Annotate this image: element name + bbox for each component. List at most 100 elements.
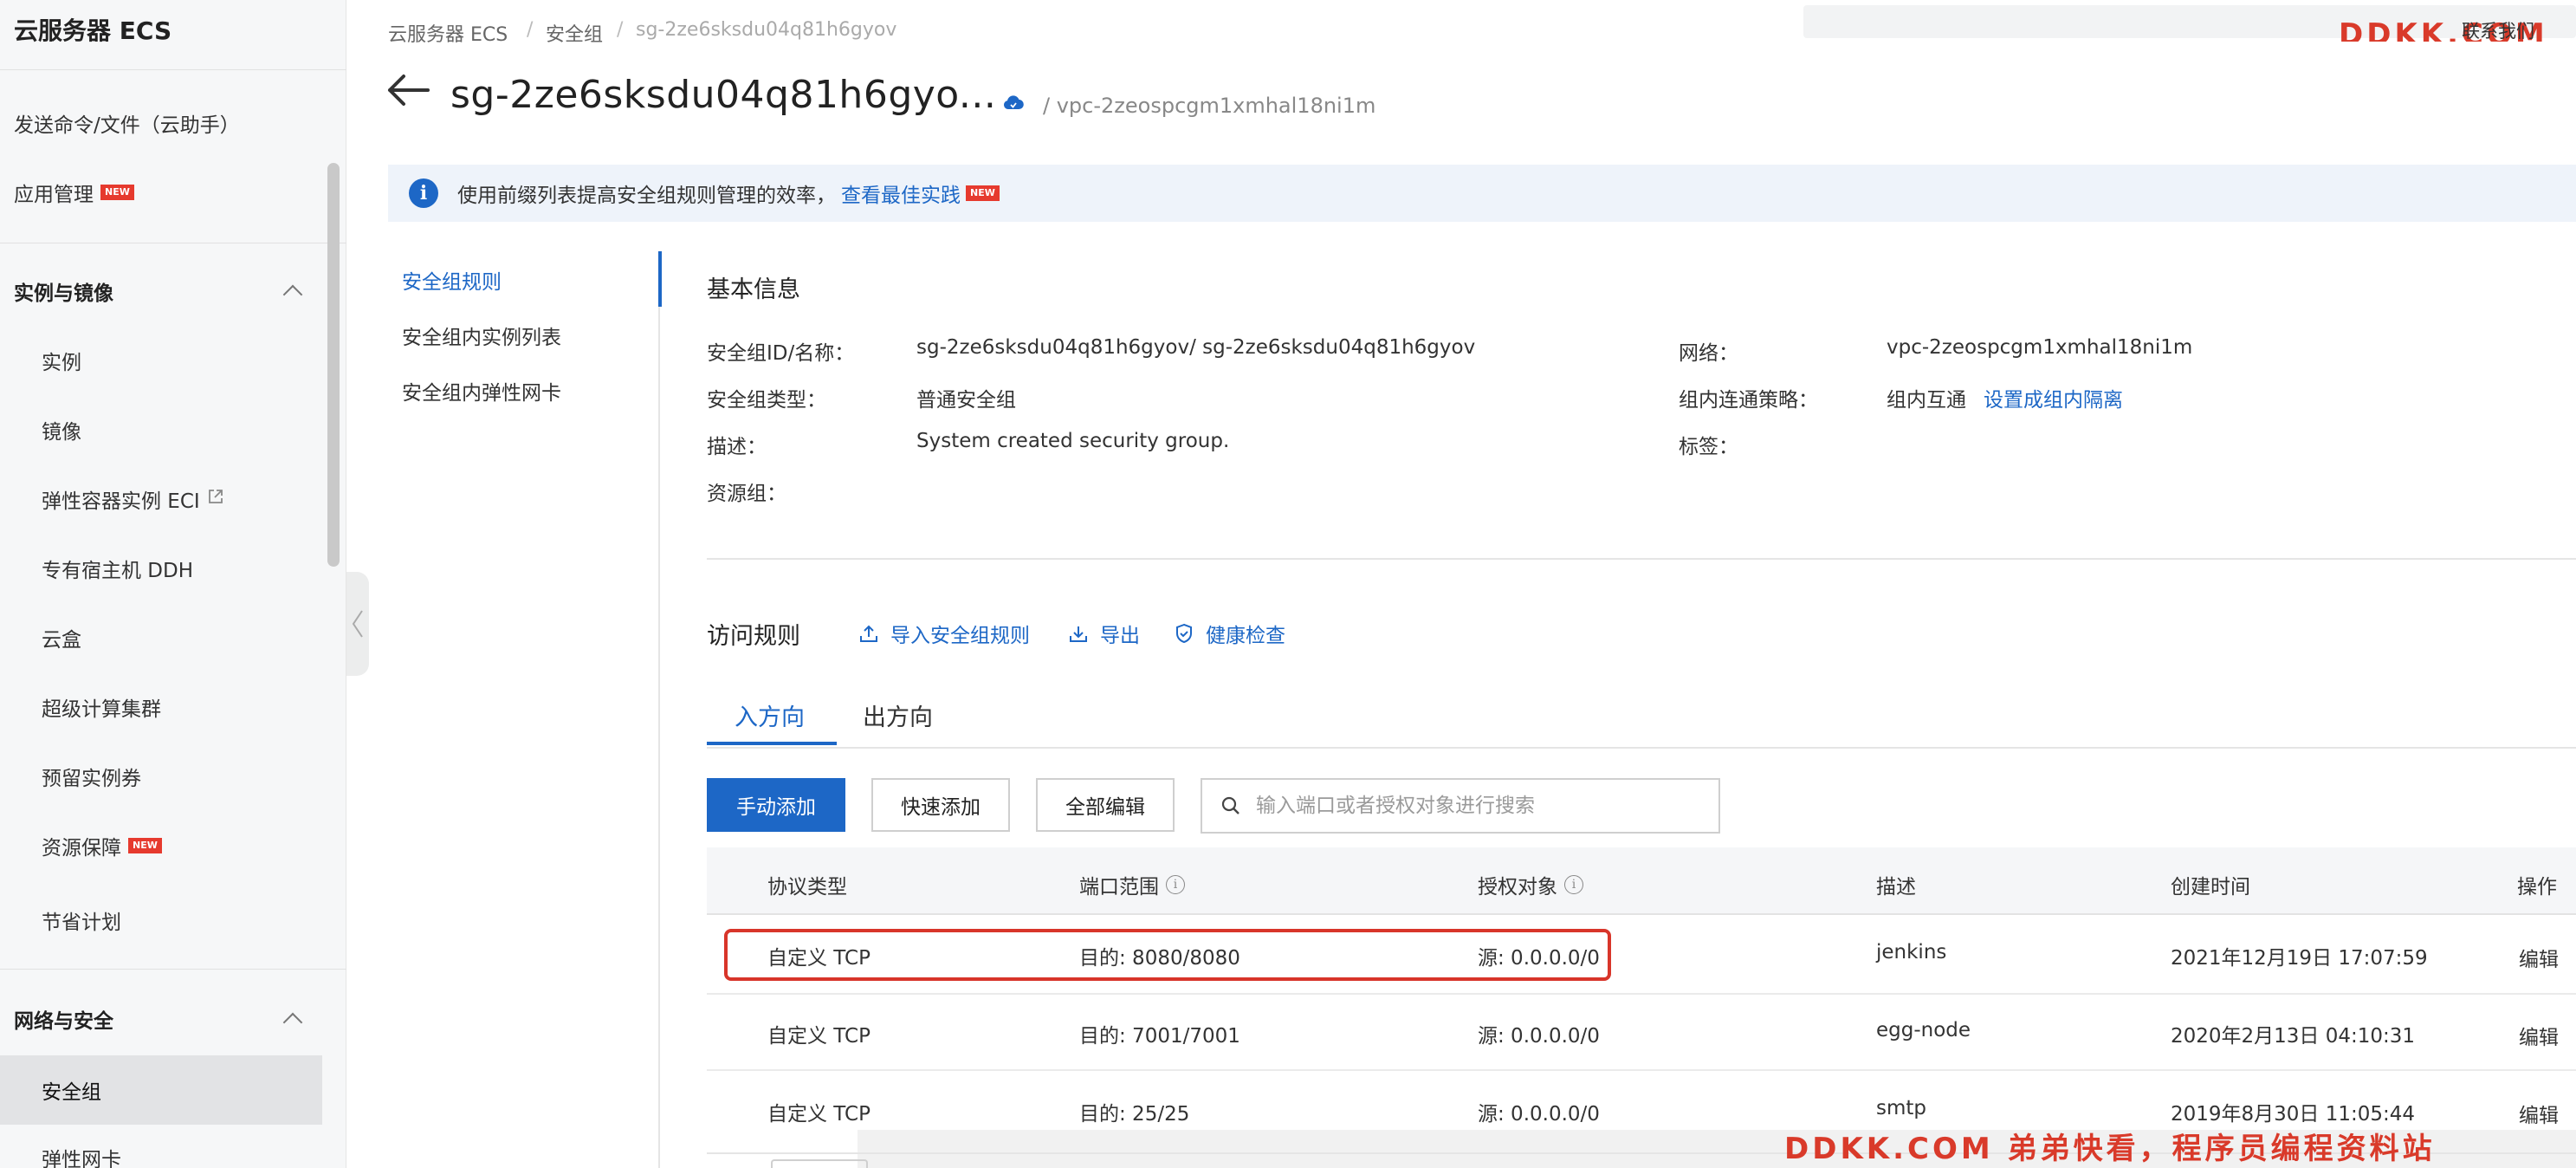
tab-active-indicator bbox=[707, 742, 837, 745]
edit-rule-link[interactable]: 编辑 bbox=[2519, 1021, 2559, 1050]
sidebar-item-label: 弹性容器实例 ECI bbox=[42, 490, 200, 513]
column-label: 协议类型 bbox=[767, 876, 847, 899]
column-header-port: 端口范围 i bbox=[1079, 870, 1185, 899]
sidebar-item-label: 超级计算集群 bbox=[42, 698, 161, 721]
question-circle-icon[interactable]: i bbox=[1564, 875, 1583, 894]
column-header-description: 描述 bbox=[1876, 870, 1916, 899]
cell-port: 目的: 7001/7001 bbox=[1079, 1025, 1240, 1048]
export-button[interactable]: 导出 bbox=[1069, 619, 1140, 648]
sidebar-item-run-command[interactable]: 发送命令/文件（云助手） bbox=[0, 97, 322, 149]
row-divider bbox=[707, 993, 2576, 995]
sidebar-group-label: 网络与安全 bbox=[14, 1010, 113, 1033]
sidebar-item-eci[interactable]: 弹性容器实例 ECI bbox=[0, 473, 322, 525]
cell-description: jenkins bbox=[1876, 941, 1947, 964]
field-value: vpc-2zeospcgm1xmhal18ni1m bbox=[1887, 336, 2193, 359]
info-icon: i bbox=[409, 178, 438, 208]
cell-created: 2020年2月13日 04:10:31 bbox=[2171, 1025, 2416, 1048]
sidebar-item-ddh[interactable]: 专有宿主机 DDH bbox=[0, 542, 322, 594]
sidebar-item-reserved-instance[interactable]: 预留实例券 bbox=[0, 750, 322, 802]
upload-icon bbox=[860, 625, 877, 642]
divider bbox=[707, 558, 2576, 560]
cell-source: 源: 0.0.0.0/0 bbox=[1478, 1025, 1600, 1048]
sidebar-item-image[interactable]: 镜像 bbox=[0, 404, 322, 456]
external-link-icon bbox=[207, 488, 224, 510]
breadcrumb-separator: / bbox=[527, 19, 534, 41]
rules-title: 访问规则 bbox=[707, 623, 800, 650]
column-header-protocol: 协议类型 bbox=[767, 870, 847, 899]
tab-inbound[interactable]: 入方向 bbox=[735, 698, 805, 732]
subnav-rules[interactable]: 安全组规则 bbox=[402, 265, 502, 295]
cell-source: 源: 0.0.0.0/0 bbox=[1478, 1103, 1600, 1126]
sidebar-item-cloud-box[interactable]: 云盒 bbox=[0, 612, 322, 664]
sidebar-scrollbar[interactable] bbox=[327, 163, 340, 567]
subnav-enis[interactable]: 安全组内弹性网卡 bbox=[402, 376, 561, 406]
page-title: sg-2ze6sksdu04q81h6gyo... bbox=[450, 73, 997, 117]
set-isolation-link[interactable]: 设置成组内隔离 bbox=[1984, 383, 2123, 412]
edit-rule-link[interactable]: 编辑 bbox=[2519, 943, 2559, 972]
contact-link[interactable]: 联系我们 bbox=[2462, 17, 2534, 43]
sidebar-item-resource-guarantee[interactable]: 资源保障 NEW bbox=[0, 820, 322, 872]
column-label: 创建时间 bbox=[2171, 876, 2250, 899]
table-header bbox=[707, 847, 2576, 915]
subnav-divider bbox=[658, 251, 660, 1168]
sidebar-item-label: 资源保障 bbox=[42, 837, 121, 860]
column-label: 描述 bbox=[1876, 876, 1916, 899]
field-value: 普通安全组 bbox=[916, 389, 1016, 412]
field-value: System created security group. bbox=[916, 430, 1230, 452]
field-label: 安全组类型： bbox=[707, 389, 826, 412]
field-label: 网络： bbox=[1679, 342, 1738, 365]
sidebar-item-label: 预留实例券 bbox=[42, 768, 141, 790]
sidebar-item-security-group[interactable]: 安全组 bbox=[0, 1055, 322, 1125]
field-label: 安全组ID/名称： bbox=[707, 342, 855, 365]
cell-protocol: 自定义 TCP bbox=[767, 1103, 871, 1126]
sidebar-collapse-button[interactable] bbox=[346, 572, 369, 676]
watermark-top: DDKK.COM bbox=[2339, 17, 2548, 42]
sidebar-item-label: 实例 bbox=[42, 352, 81, 374]
sidebar-item-label: 节省计划 bbox=[42, 912, 121, 934]
breadcrumb-security-group[interactable]: 安全组 bbox=[546, 19, 603, 47]
tool-label: 导入安全组规则 bbox=[890, 625, 1030, 647]
sidebar-item-label: 云盒 bbox=[42, 629, 81, 652]
column-header-action: 操作 bbox=[2517, 870, 2557, 899]
sidebar-item-scc[interactable]: 超级计算集群 bbox=[0, 681, 322, 733]
health-check-button[interactable]: 健康检查 bbox=[1175, 619, 1285, 648]
pagination-select[interactable] bbox=[771, 1159, 868, 1168]
tab-outbound[interactable]: 出方向 bbox=[863, 698, 933, 732]
subnav-active-indicator bbox=[658, 251, 662, 307]
rule-search-field[interactable] bbox=[1201, 778, 1720, 834]
back-arrow-icon[interactable] bbox=[386, 73, 431, 107]
field-label: 描述： bbox=[707, 436, 767, 458]
cell-created: 2021年12月19日 17:07:59 bbox=[2171, 947, 2428, 970]
search-icon bbox=[1221, 796, 1239, 814]
manual-add-button[interactable]: 手动添加 bbox=[707, 778, 845, 832]
import-rules-button[interactable]: 导入安全组规则 bbox=[859, 619, 1030, 648]
sidebar-item-label: 弹性网卡 bbox=[42, 1149, 121, 1168]
highlight-box bbox=[724, 929, 1611, 981]
chevron-up-icon bbox=[282, 1012, 303, 1033]
basic-info-title: 基本信息 bbox=[707, 276, 800, 303]
sidebar: 云服务器 ECS 发送命令/文件（云助手） 应用管理 NEW 实例与镜像 实例 … bbox=[0, 0, 346, 1168]
sidebar-title: 云服务器 ECS bbox=[14, 16, 172, 45]
subnav-instances[interactable]: 安全组内实例列表 bbox=[402, 321, 561, 350]
sidebar-group-network[interactable]: 网络与安全 bbox=[14, 993, 303, 1045]
cloud-icon[interactable] bbox=[1003, 95, 1024, 111]
column-label: 操作 bbox=[2517, 876, 2557, 899]
quick-add-button[interactable]: 快速添加 bbox=[871, 778, 1010, 832]
sidebar-item-eni[interactable]: 弹性网卡 bbox=[0, 1132, 322, 1168]
question-circle-icon[interactable]: i bbox=[1166, 875, 1185, 894]
download-icon bbox=[1070, 626, 1087, 642]
sidebar-item-label: 专有宿主机 DDH bbox=[42, 560, 194, 582]
search-input[interactable] bbox=[1256, 795, 1706, 817]
field-label: 标签： bbox=[1679, 436, 1738, 458]
best-practice-link[interactable]: 查看最佳实践 bbox=[841, 178, 961, 208]
breadcrumb-ecs[interactable]: 云服务器 ECS bbox=[388, 19, 508, 47]
sidebar-item-instance[interactable]: 实例 bbox=[0, 334, 322, 386]
sidebar-item-savings-plan[interactable]: 节省计划 bbox=[0, 894, 322, 946]
edit-all-button[interactable]: 全部编辑 bbox=[1036, 778, 1175, 832]
sidebar-group-instances[interactable]: 实例与镜像 bbox=[14, 265, 303, 317]
new-badge: NEW bbox=[966, 185, 1000, 201]
sidebar-item-app-management[interactable]: 应用管理 NEW bbox=[0, 166, 322, 218]
column-header-created: 创建时间 bbox=[2171, 870, 2250, 899]
chevron-left-icon bbox=[352, 610, 363, 638]
breadcrumb-current: sg-2ze6sksdu04q81h6gyov bbox=[636, 19, 897, 41]
